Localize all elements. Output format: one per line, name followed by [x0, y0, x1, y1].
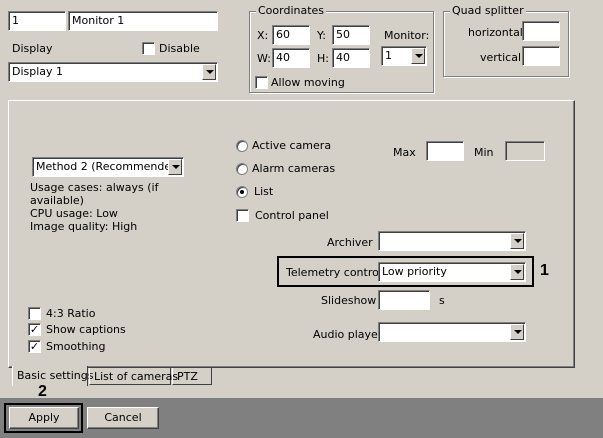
- usage-cases-text-cont: available): [30, 194, 84, 207]
- audio-player-select[interactable]: [378, 322, 526, 342]
- method-select[interactable]: Method 2 (Recommended): [32, 157, 184, 177]
- h-label: H:: [317, 52, 329, 65]
- tab-basic-settings[interactable]: Basic settings: [12, 366, 93, 386]
- y-value: 50: [336, 28, 350, 41]
- w-label: W:: [257, 52, 271, 65]
- control-panel-label: Control panel: [255, 209, 329, 222]
- cpu-usage-text: CPU usage: Low: [30, 207, 118, 220]
- telemetry-control-value: Low priority: [382, 265, 447, 278]
- telemetry-control-label: Telemetry control: [286, 266, 382, 279]
- disable-checkbox[interactable]: [142, 42, 155, 55]
- archiver-select[interactable]: [378, 231, 526, 251]
- max-input[interactable]: [426, 141, 464, 161]
- alarm-cameras-label: Alarm cameras: [252, 162, 336, 175]
- display-name-value: Monitor 1: [72, 14, 125, 27]
- display-label: Display: [12, 42, 53, 55]
- y-label: Y:: [317, 29, 326, 42]
- method-select-value: Method 2 (Recommended): [36, 160, 183, 173]
- list-label: List: [254, 185, 274, 198]
- display-select[interactable]: Display 1: [8, 62, 218, 82]
- display-name-field[interactable]: Monitor 1: [68, 11, 218, 31]
- min-label: Min: [474, 146, 494, 159]
- vertical-input[interactable]: [522, 46, 560, 66]
- display-select-value: Display 1: [12, 65, 64, 78]
- chevron-down-icon[interactable]: [510, 324, 524, 340]
- smoothing-checkbox[interactable]: ✓: [28, 340, 41, 353]
- monitor-select[interactable]: 1: [381, 46, 427, 66]
- tab-list-of-cameras[interactable]: List of cameras: [89, 368, 178, 385]
- coordinates-legend: Coordinates: [256, 4, 327, 17]
- callout-number-2: 2: [38, 383, 47, 400]
- smoothing-label: Smoothing: [46, 340, 106, 353]
- active-camera-label: Active camera: [252, 139, 332, 152]
- archiver-label: Archiver: [327, 236, 373, 249]
- show-captions-label: Show captions: [46, 323, 126, 336]
- display-id-value: 1: [12, 14, 19, 27]
- cancel-button[interactable]: Cancel: [87, 407, 159, 429]
- show-captions-checkbox[interactable]: ✓: [28, 323, 41, 336]
- slideshow-label: Slideshow: [321, 294, 377, 307]
- chevron-down-icon[interactable]: [510, 264, 524, 280]
- w-input[interactable]: 40: [272, 48, 310, 68]
- callout-number-1: 1: [540, 262, 549, 279]
- audio-player-label: Audio player: [313, 328, 383, 341]
- horizontal-input[interactable]: [522, 21, 560, 41]
- slideshow-input[interactable]: [378, 290, 430, 310]
- chevron-down-icon[interactable]: [411, 48, 425, 64]
- vertical-label: vertical:: [480, 51, 525, 64]
- alarm-cameras-radio[interactable]: [236, 163, 248, 175]
- chevron-down-icon[interactable]: [168, 159, 182, 175]
- monitor-label: Monitor:: [384, 29, 430, 42]
- slideshow-unit: s: [439, 294, 445, 307]
- horizontal-label: horizontal:: [468, 26, 527, 39]
- active-camera-radio[interactable]: [236, 140, 248, 152]
- monitor-select-value: 1: [385, 49, 392, 62]
- x-label: X:: [257, 29, 269, 42]
- disable-label: Disable: [159, 42, 200, 55]
- max-label: Max: [393, 146, 416, 159]
- h-value: 40: [336, 51, 350, 64]
- min-input[interactable]: [505, 141, 545, 161]
- list-radio[interactable]: [236, 186, 248, 198]
- image-quality-text: Image quality: High: [30, 220, 138, 233]
- allow-moving-label: Allow moving: [271, 76, 345, 89]
- display-id-field[interactable]: 1: [8, 11, 66, 31]
- control-panel-checkbox[interactable]: [236, 209, 249, 222]
- usage-info: Usage cases: always (if available) CPU u…: [30, 181, 158, 233]
- apply-button[interactable]: Apply: [9, 407, 79, 429]
- y-input[interactable]: 50: [332, 25, 370, 45]
- check-icon: ✓: [29, 340, 40, 353]
- usage-cases-text: Usage cases: always (if: [30, 181, 159, 194]
- x-input[interactable]: 60: [272, 25, 310, 45]
- ratio-checkbox[interactable]: [28, 307, 41, 320]
- telemetry-control-select[interactable]: Low priority: [378, 262, 526, 282]
- w-value: 40: [276, 51, 290, 64]
- h-input[interactable]: 40: [332, 48, 370, 68]
- chevron-down-icon[interactable]: [510, 233, 524, 249]
- allow-moving-checkbox[interactable]: [255, 76, 268, 89]
- quad-splitter-legend: Quad splitter: [450, 4, 526, 17]
- chevron-down-icon[interactable]: [202, 64, 216, 80]
- x-value: 60: [276, 28, 290, 41]
- tab-ptz[interactable]: PTZ: [172, 368, 212, 385]
- ratio-label: 4:3 Ratio: [46, 307, 96, 320]
- check-icon: ✓: [29, 323, 40, 336]
